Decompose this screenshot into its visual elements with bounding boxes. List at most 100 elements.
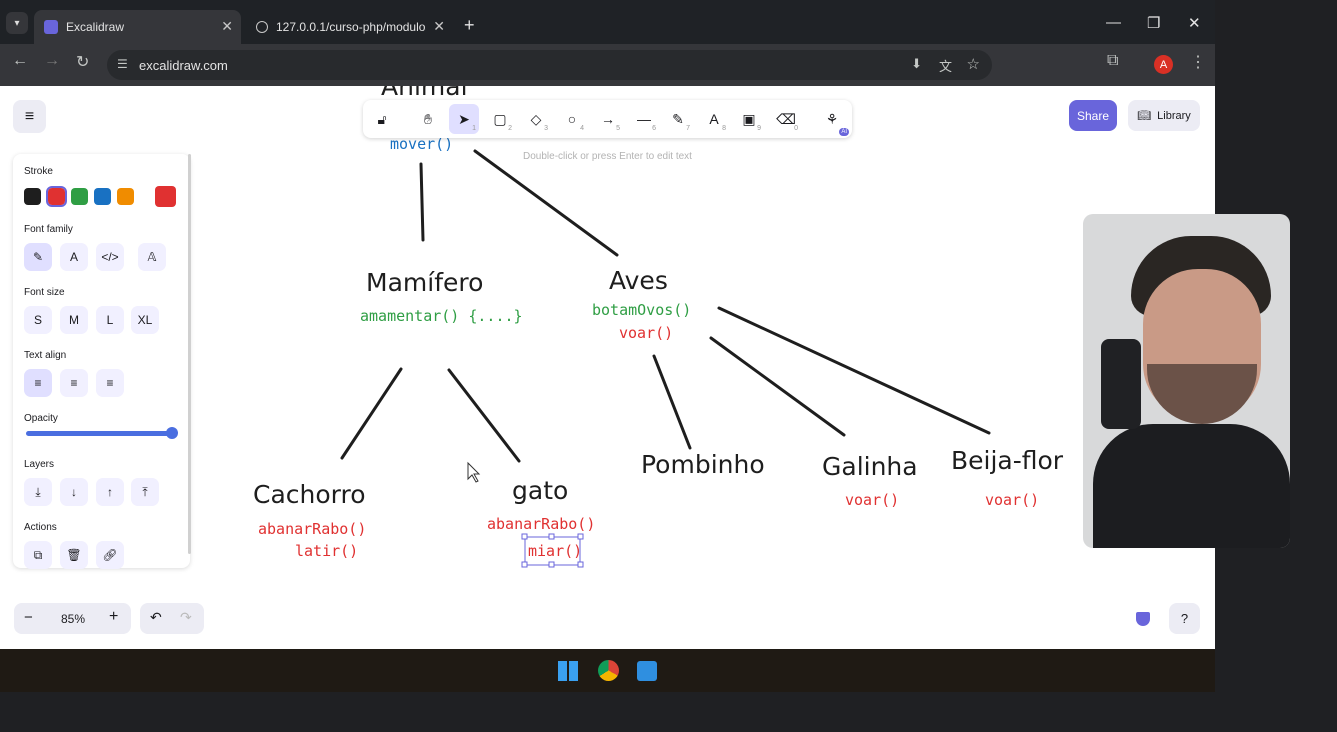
- profile-avatar[interactable]: A: [1154, 55, 1173, 74]
- node-mamifero-method[interactable]: amamentar() {....}: [360, 307, 523, 325]
- node-mamifero[interactable]: Mamífero: [366, 268, 483, 297]
- translate-icon[interactable]: 文: [939, 56, 952, 75]
- shield-icon[interactable]: [1136, 612, 1150, 626]
- size-m-button[interactable]: M: [60, 306, 88, 334]
- excalidraw-canvas[interactable]: Animal mover() Mamífero amamentar() {...…: [0, 86, 1215, 649]
- color-black[interactable]: [24, 188, 41, 205]
- node-beijaflor-method[interactable]: voar(): [985, 491, 1039, 509]
- zoom-level[interactable]: 85%: [61, 612, 85, 626]
- panel-scrollbar[interactable]: [188, 154, 191, 554]
- node-gato-method2[interactable]: miar(): [528, 542, 582, 560]
- align-left-icon[interactable]: ≡: [24, 369, 52, 397]
- line-mamifero-gato: [447, 368, 521, 463]
- node-pombinho[interactable]: Pombinho: [641, 450, 765, 479]
- font-more-icon[interactable]: 𝔸: [138, 243, 166, 271]
- back-icon[interactable]: ←: [12, 52, 28, 70]
- line-icon[interactable]: —6: [629, 104, 659, 134]
- opacity-slider[interactable]: [26, 431, 173, 436]
- tab-excalidraw[interactable]: Excalidraw ✕: [34, 10, 241, 44]
- arrow-icon[interactable]: → 5: [593, 104, 623, 134]
- opacity-slider-handle[interactable]: [166, 427, 178, 439]
- reload-icon[interactable]: ↻: [76, 52, 89, 72]
- send-backward-icon[interactable]: ↓: [60, 478, 88, 506]
- bring-to-front-icon[interactable]: ⤒: [131, 478, 159, 506]
- duplicate-icon[interactable]: ⧉: [24, 541, 52, 569]
- node-aves[interactable]: Aves: [609, 266, 668, 295]
- lock-icon[interactable]: 🔓︎: [367, 104, 397, 134]
- align-right-icon[interactable]: ≡: [96, 369, 124, 397]
- color-orange[interactable]: [117, 188, 134, 205]
- node-galinha[interactable]: Galinha: [822, 452, 918, 481]
- redo-icon[interactable]: ↷: [180, 609, 192, 626]
- line-animal-mamifero: [419, 162, 425, 242]
- size-xl-button[interactable]: XL: [131, 306, 159, 334]
- forward-icon[interactable]: →: [44, 52, 60, 70]
- ai-badge: AI: [839, 128, 849, 136]
- node-cachorro-method2[interactable]: latir(): [295, 542, 358, 560]
- node-gato-method1[interactable]: abanarRabo(): [487, 515, 595, 533]
- library-button[interactable]: 📖︎ Library: [1128, 100, 1200, 131]
- bring-forward-icon[interactable]: ↑: [96, 478, 124, 506]
- pencil-icon[interactable]: ✎ 7: [663, 104, 693, 134]
- library-label: Library: [1157, 109, 1191, 122]
- ellipse-icon[interactable]: ○ 4: [557, 104, 587, 134]
- text-icon[interactable]: A8: [699, 104, 729, 134]
- color-green[interactable]: [71, 188, 88, 205]
- main-menu-button[interactable]: ≡: [13, 100, 46, 133]
- site-settings-icon[interactable]: ☰: [117, 57, 128, 71]
- eraser-icon[interactable]: ⌫ 0: [771, 104, 801, 134]
- size-s-button[interactable]: S: [24, 306, 52, 334]
- share-button[interactable]: Share: [1069, 100, 1117, 131]
- align-center-icon[interactable]: ≡: [60, 369, 88, 397]
- node-cachorro[interactable]: Cachorro: [253, 480, 366, 509]
- zoom-out-button[interactable]: −: [24, 609, 33, 626]
- pointer-icon[interactable]: ➤ 1: [449, 104, 479, 134]
- install-icon[interactable]: ⬇: [911, 56, 922, 72]
- help-button[interactable]: ?: [1169, 603, 1200, 634]
- size-l-button[interactable]: L: [96, 306, 124, 334]
- link-icon[interactable]: 🔗︎: [96, 541, 124, 569]
- windows-start-icon[interactable]: [558, 661, 578, 681]
- chrome-icon[interactable]: [598, 660, 619, 681]
- send-to-back-icon[interactable]: ⤓: [24, 478, 52, 506]
- image-icon[interactable]: ▣ 9: [734, 104, 764, 134]
- extensions-icon[interactable]: ⧉: [1107, 52, 1118, 70]
- close-window-icon[interactable]: ✕: [1188, 14, 1201, 32]
- bookmark-star-icon[interactable]: ☆: [967, 55, 980, 73]
- minimize-icon[interactable]: —: [1106, 14, 1121, 31]
- node-beijaflor[interactable]: Beija-flor: [951, 446, 1063, 475]
- color-red[interactable]: [46, 186, 67, 207]
- font-code-icon[interactable]: </>: [96, 243, 124, 271]
- trash-icon[interactable]: 🗑︎: [60, 541, 88, 569]
- node-cachorro-method1[interactable]: abanarRabo(): [258, 520, 366, 538]
- rectangle-icon[interactable]: ▢ 2: [485, 104, 515, 134]
- node-aves-method2[interactable]: voar(): [619, 324, 673, 342]
- close-tab-icon[interactable]: ✕: [433, 18, 445, 35]
- undo-icon[interactable]: ↶: [150, 609, 162, 626]
- tab-list-icon[interactable]: ▾: [6, 12, 28, 34]
- node-animal[interactable]: Animal: [381, 86, 468, 101]
- hand-icon[interactable]: ✋︎: [413, 104, 443, 134]
- chair: [1101, 339, 1141, 429]
- new-tab-icon[interactable]: +: [464, 15, 475, 36]
- address-bar[interactable]: ☰ excalidraw.com ⬇ 文 ☆: [107, 50, 992, 80]
- font-hand-icon[interactable]: ✎: [24, 243, 52, 271]
- more-menu-icon[interactable]: ⋮: [1190, 52, 1206, 72]
- shapes-ai-icon[interactable]: ⚘ AI: [817, 104, 849, 136]
- close-tab-icon[interactable]: ✕: [221, 18, 233, 35]
- node-aves-method1[interactable]: botamOvos(): [592, 301, 691, 319]
- vscode-icon[interactable]: [637, 661, 657, 681]
- color-blue[interactable]: [94, 188, 111, 205]
- zoom-in-button[interactable]: +: [109, 608, 118, 626]
- edit-hint-text: Double-click or press Enter to edit text: [523, 151, 692, 162]
- current-color[interactable]: [155, 186, 176, 207]
- diamond-icon[interactable]: ◇ 3: [521, 104, 551, 134]
- node-galinha-method[interactable]: voar(): [845, 491, 899, 509]
- restore-icon[interactable]: ❐: [1147, 14, 1160, 32]
- book-icon: 📖︎: [1137, 110, 1152, 122]
- font-normal-icon[interactable]: A: [60, 243, 88, 271]
- tab-php[interactable]: 127.0.0.1/curso-php/modulo5/i ✕: [246, 10, 453, 44]
- mouse-cursor-icon: [467, 461, 481, 483]
- globe-icon: [256, 21, 268, 33]
- node-gato[interactable]: gato: [512, 476, 568, 505]
